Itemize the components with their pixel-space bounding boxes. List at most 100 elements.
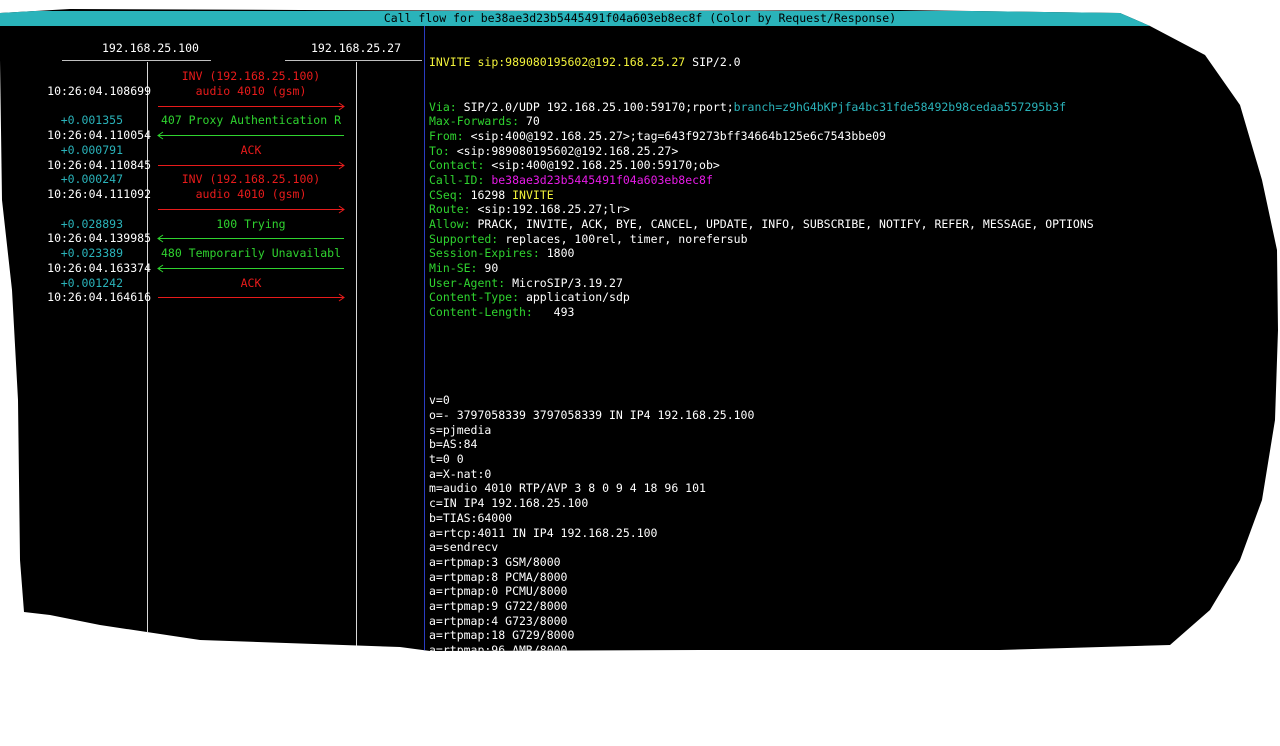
sdp-line: a=rtpmap:18 G729/8000 (429, 628, 575, 643)
flow-delta: +0.000247 (60, 172, 123, 187)
request-method: INVITE (429, 55, 471, 70)
flow-message-label[interactable]: ACK (157, 276, 345, 291)
sip-header-name: Contact: (429, 158, 485, 173)
sip-header-name: Route: (429, 202, 471, 217)
flow-delta: +0.001355 (60, 113, 123, 128)
request-version: SIP/2.0 (692, 55, 741, 70)
flow-message-label[interactable]: INV (192.168.25.100) (157, 172, 345, 187)
sip-header-value: <sip:989080195602@192.168.25.27> (456, 143, 679, 158)
sip-header-line: Max-Forwards: 70 (429, 114, 1278, 129)
flow-time: 10:26:04.111092 (47, 187, 151, 201)
sdp-body: v=0 o=- 3797058339 3797058339 IN IP4 192.… (429, 393, 1278, 716)
arrow-left-icon (157, 128, 345, 143)
sip-header-value: MicroSIP/3.19.27 (512, 275, 623, 290)
sip-header-line: Content-Type: application/sdp (429, 290, 1278, 305)
sip-header-line: Allow: PRACK, INVITE, ACK, BYE, CANCEL, … (429, 217, 1278, 232)
sip-header-highlight: be38ae3d23b5445491f04a603eb8ec8f (491, 172, 713, 187)
sip-header-name: Supported: (429, 231, 499, 246)
sip-header-name: Call-ID: (429, 172, 485, 187)
sip-header-value: <sip:400@192.168.25.100:59170;ob> (491, 158, 720, 173)
flow-message-label[interactable]: 100 Trying (157, 217, 345, 232)
sdp-line: a=sendrecv (429, 540, 499, 555)
sip-header-line: Min-SE: 90 (429, 261, 1278, 276)
sdp-line: a=rtpmap:96 AMR/8000 (429, 643, 568, 657)
flow-time: 10:26:04.139985 (47, 231, 151, 246)
sdp-line: a=rtpmap:8 PCMA/8000 (429, 569, 568, 584)
sdp-line: v=0 (429, 393, 450, 408)
sip-header-line: To: <sip:989080195602@192.168.25.27> (429, 143, 1278, 159)
flow-time: 10:26:04.108699 (47, 83, 151, 98)
sdp-line: b=AS:84 (429, 437, 478, 452)
window-title: Call flow for be38ae3d23b5445491f04a603e… (0, 11, 1278, 26)
flow-time: 10:26:04.110845 (47, 157, 151, 172)
terminal-window: Call flow for be38ae3d23b5445491f04a603e… (0, 9, 1278, 651)
flow-message-sublabel: audio 4010 (gsm) (195, 187, 307, 201)
arrow-right-icon (157, 290, 345, 305)
flow-message-label[interactable]: INV (192.168.25.100) (157, 69, 345, 84)
sip-header-name: Content-Type: (429, 290, 520, 305)
sip-header-value: 70 (525, 114, 540, 129)
arrow-right-icon (157, 158, 345, 173)
sdp-line: s=pjmedia (429, 422, 492, 437)
flow-delta: +0.001242 (60, 275, 123, 290)
sip-header-value: <sip:192.168.25.27;lr> (477, 202, 630, 217)
lifeline-caller (147, 62, 148, 651)
sip-header-name: User-Agent: (429, 275, 506, 290)
sip-header-name: Max-Forwards: (429, 114, 520, 129)
sip-header-line: Content-Length: 493 (429, 305, 1278, 320)
arrow-right-icon (157, 202, 345, 217)
panel-divider (424, 26, 425, 651)
sip-header-line: Supported: replaces, 100rel, timer, nore… (429, 231, 1278, 247)
flow-message-label[interactable]: 480 Temporarily Unavailabl (157, 246, 345, 261)
sdp-line: t=0 0 (429, 452, 464, 467)
sdp-line: a=rtpmap:9 G722/8000 (429, 598, 568, 613)
sdp-line: a=ssrc:1457214326 cname:76f371ac46916267 (429, 701, 706, 716)
sip-header-highlight: INVITE (512, 187, 554, 202)
flow-message-label[interactable]: 407 Proxy Authentication R (157, 113, 345, 128)
flow-delta: +0.000791 (60, 142, 123, 157)
header-lines: Via: SIP/2.0/UDP 192.168.25.100:59170;rp… (429, 99, 1278, 320)
sip-header-name: Session-Expires: (429, 246, 540, 261)
sdp-line: a=fmtp:101 0-16 (429, 687, 533, 702)
sip-header-line: Via: SIP/2.0/UDP 192.168.25.100:59170;rp… (429, 99, 1278, 115)
arrow-left-icon (157, 231, 345, 246)
sdp-line: a=rtpmap:4 G723/8000 (429, 613, 568, 628)
sip-header-value: replaces, 100rel, timer, norefersub (505, 231, 748, 246)
sip-header-value: 493 (539, 305, 575, 320)
sip-header-name: Allow: (429, 217, 471, 231)
sdp-line: a=fmtp:96 octet-align=1 (429, 657, 589, 672)
sip-header-line: User-Agent: MicroSIP/3.19.27 (429, 275, 1278, 291)
sip-header-line: Call-ID: be38ae3d23b5445491f04a603eb8ec8… (429, 172, 1278, 188)
arrow-right-icon (157, 99, 345, 114)
host-caller-underline (62, 60, 211, 61)
sdp-line: a=X-nat:0 (429, 466, 492, 481)
flow-delta: +0.028893 (60, 216, 123, 231)
message-detail-panel[interactable]: INVITE sip:989080195602@192.168.25.27 SI… (429, 26, 1278, 716)
flow-delta: +0.023389 (60, 246, 123, 260)
sip-header-line: Session-Expires: 1800 (429, 246, 1278, 261)
sdp-line: a=rtpmap:101 telephone-event/8000 (429, 672, 658, 687)
host-callee: 192.168.25.27 (311, 41, 402, 55)
sdp-line: b=TIAS:64000 (429, 510, 513, 525)
sip-header-value: application/sdp (525, 290, 630, 305)
host-caller: 192.168.25.100 (102, 41, 199, 55)
sip-header-name: Via: (429, 99, 457, 114)
sip-header-value: SIP/2.0/UDP 192.168.25.100:59170;rport; (463, 99, 734, 114)
sip-header-line: Route: <sip:192.168.25.27;lr> (429, 202, 1278, 217)
sdp-line: a=rtcp:4011 IN IP4 192.168.25.100 (429, 525, 658, 540)
sdp-line: m=audio 4010 RTP/AVP 3 8 0 9 4 18 96 101 (429, 481, 706, 496)
arrow-left-icon (157, 261, 345, 276)
sip-header-value: <sip:400@192.168.25.27>;tag=643f9273bff3… (470, 128, 886, 143)
flow-message-label[interactable]: ACK (157, 143, 345, 158)
sip-header-highlight: branch=z9hG4bKPjfa4bc31fde58492b98cedaa5… (733, 99, 1067, 114)
sip-header-name: Min-SE: (429, 261, 478, 276)
sip-header-line: Contact: <sip:400@192.168.25.100:59170;o… (429, 158, 1278, 173)
sip-header-value: 16298 (470, 187, 506, 202)
flow-time: 10:26:04.110054 (47, 128, 151, 142)
sdp-line: o=- 3797058339 3797058339 IN IP4 192.168… (429, 408, 755, 422)
request-line: INVITE sip:989080195602@192.168.25.27 SI… (429, 55, 1278, 70)
sip-header-value: 90 (484, 261, 499, 276)
sip-header-name: Content-Length: (429, 305, 533, 320)
call-flow-panel[interactable]: 192.168.25.100 192.168.25.27 10:26:04.10… (0, 26, 423, 651)
